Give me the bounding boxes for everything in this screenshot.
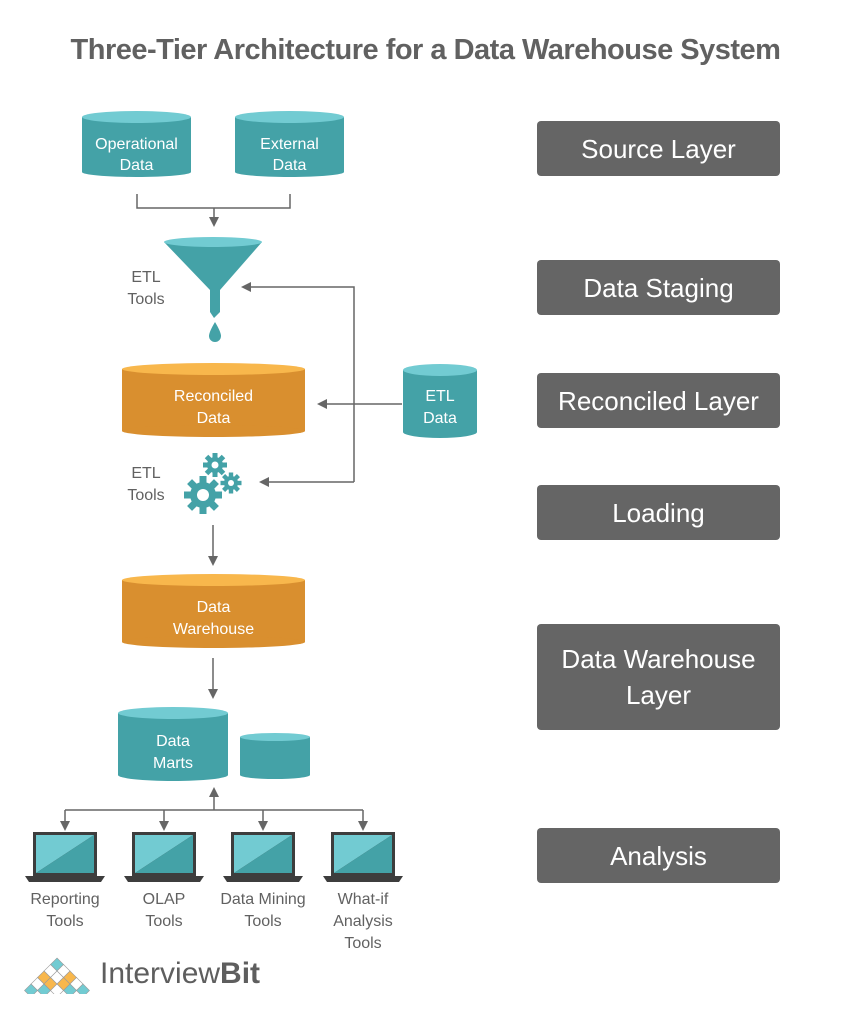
reconciled-data-label-1: Reconciled <box>174 388 253 405</box>
layer-data-warehouse: Data Warehouse Layer <box>537 624 780 730</box>
operational-data-cylinder: Operational Data <box>82 111 191 177</box>
tool-label: Reporting <box>30 891 99 908</box>
etl-data-label-2: Data <box>423 410 457 427</box>
etl-tools-1-label-2: Tools <box>127 291 164 308</box>
etl-tools-2-label-2: Tools <box>127 487 164 504</box>
laptop-icon <box>223 832 303 882</box>
interviewbit-logo: InterviewBit <box>22 952 260 996</box>
tool-label: OLAP <box>143 891 186 908</box>
drop-icon <box>209 322 221 342</box>
tool-label: Tools <box>344 935 381 952</box>
data-marts-label-1: Data <box>156 733 190 750</box>
layer-reconciled: Reconciled Layer <box>537 373 780 428</box>
tool-label: What-if <box>338 891 389 908</box>
data-marts-cylinder: Data Marts <box>118 707 228 781</box>
logo-text-regular: Interview <box>100 957 221 990</box>
logo-text: InterviewBit <box>100 957 260 991</box>
tool-label: Tools <box>46 913 83 930</box>
funnel-icon <box>164 237 262 342</box>
reconciled-data-label-2: Data <box>197 410 231 427</box>
layer-analysis: Analysis <box>537 828 780 883</box>
logo-diamond-icon <box>24 957 90 994</box>
source-merge-connector <box>136 194 291 227</box>
gears-icon <box>184 453 242 514</box>
layer-loading: Loading <box>537 485 780 540</box>
data-warehouse-label-2: Warehouse <box>173 621 254 638</box>
reconciled-data-cylinder: Reconciled Data <box>122 363 305 437</box>
external-data-cylinder: External Data <box>235 111 344 177</box>
external-data-label-1: External <box>260 136 319 153</box>
laptop-icon <box>25 832 105 882</box>
secondary-mart-cylinder <box>240 733 310 779</box>
logo-text-bold: Bit <box>220 957 261 990</box>
laptop-icon <box>323 832 403 882</box>
operational-data-label-1: Operational <box>95 136 178 153</box>
etl-data-label-1: ETL <box>425 388 454 405</box>
tool-label: Data Mining <box>220 891 305 908</box>
data-warehouse-cylinder: Data Warehouse <box>122 574 305 648</box>
etl-tools-1-label-1: ETL <box>131 269 160 286</box>
external-data-label-2: Data <box>273 157 307 174</box>
tool-label: Tools <box>244 913 281 930</box>
operational-data-label-2: Data <box>120 157 154 174</box>
etl-tools-2-label-1: ETL <box>131 465 160 482</box>
tools-distribution-connector <box>60 787 368 831</box>
tool-label: Tools <box>145 913 182 930</box>
layer-data-staging: Data Staging <box>537 260 780 315</box>
laptop-icon <box>124 832 204 882</box>
layer-source: Source Layer <box>537 121 780 176</box>
data-warehouse-label-1: Data <box>197 599 231 616</box>
tool-label: Analysis <box>333 913 393 930</box>
etl-data-cylinder: ETL Data <box>403 364 477 438</box>
data-marts-label-2: Marts <box>153 755 193 772</box>
